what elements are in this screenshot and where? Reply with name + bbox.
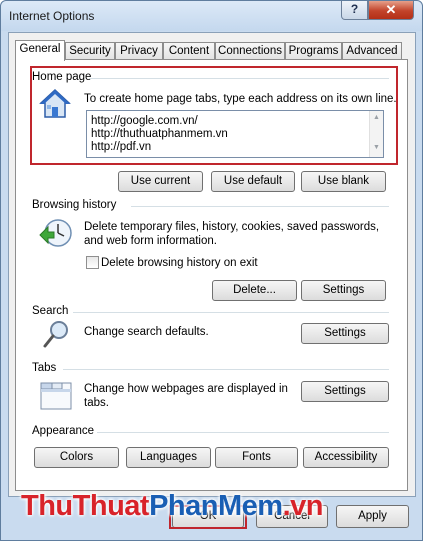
watermark-logo: ThuThuatPhanMem.vn xyxy=(21,490,323,523)
browsing-history-label: Browsing history xyxy=(32,199,117,211)
delete-on-exit-label: Delete browsing history on exit xyxy=(101,257,258,269)
languages-button[interactable]: Languages xyxy=(126,447,211,468)
tabs-label: Tabs xyxy=(32,362,57,374)
window-title: Internet Options xyxy=(9,9,95,23)
title-bar[interactable]: Internet Options ? ✕ xyxy=(1,1,422,31)
search-description: Change search defaults. xyxy=(84,326,209,338)
url-line: http://thuthuatphanmem.vn xyxy=(91,128,228,140)
use-default-button[interactable]: Use default xyxy=(211,171,295,192)
close-button[interactable]: ✕ xyxy=(368,1,414,20)
watermark-part: PhanMem xyxy=(149,490,283,522)
tab-security[interactable]: Security xyxy=(65,42,115,60)
magnifier-icon xyxy=(43,321,68,348)
fonts-button[interactable]: Fonts xyxy=(215,447,298,468)
delete-on-exit-checkbox[interactable] xyxy=(86,256,99,269)
watermark-part: .vn xyxy=(282,490,324,522)
use-current-button[interactable]: Use current xyxy=(118,171,203,192)
divider xyxy=(63,369,389,370)
browsing-history-description: Delete temporary files, history, cookies… xyxy=(84,221,380,247)
tab-programs[interactable]: Programs xyxy=(285,42,342,60)
internet-options-window: Internet Options ? ✕ General Security Pr… xyxy=(0,0,423,541)
tab-connections[interactable]: Connections xyxy=(215,42,285,60)
tabs-description: Change how webpages are displayed in tab… xyxy=(84,383,288,409)
tabs-settings-button[interactable]: Settings xyxy=(301,381,389,402)
apply-button[interactable]: Apply xyxy=(336,505,409,528)
divider xyxy=(131,206,389,207)
divider xyxy=(73,312,389,313)
appearance-label: Appearance xyxy=(32,425,95,437)
house-icon xyxy=(39,88,71,118)
tabs-icon xyxy=(40,382,72,410)
search-settings-button[interactable]: Settings xyxy=(301,323,389,344)
tab-content[interactable]: Content xyxy=(163,42,215,60)
scroll-down-icon[interactable]: ▼ xyxy=(373,144,380,151)
textarea-scrollbar[interactable]: ▲ ▼ xyxy=(369,111,383,157)
home-page-label: Home page xyxy=(32,71,92,83)
divider xyxy=(89,78,389,79)
divider xyxy=(97,432,389,433)
search-label: Search xyxy=(32,305,69,317)
delete-history-button[interactable]: Delete... xyxy=(212,280,297,301)
tab-general[interactable]: General xyxy=(15,40,65,61)
url-line: http://google.com.vn/ xyxy=(91,115,198,127)
tab-privacy[interactable]: Privacy xyxy=(115,42,163,60)
scroll-up-icon[interactable]: ▲ xyxy=(373,114,380,121)
colors-button[interactable]: Colors xyxy=(34,447,119,468)
history-clock-icon xyxy=(39,219,72,247)
tab-advanced[interactable]: Advanced xyxy=(342,42,402,60)
accessibility-button[interactable]: Accessibility xyxy=(303,447,389,468)
history-settings-button[interactable]: Settings xyxy=(301,280,386,301)
home-page-urls-textarea[interactable]: http://google.com.vn/ http://thuthuatpha… xyxy=(86,110,384,158)
help-button[interactable]: ? xyxy=(341,1,368,20)
use-blank-button[interactable]: Use blank xyxy=(301,171,386,192)
home-page-description: To create home page tabs, type each addr… xyxy=(84,93,397,105)
watermark-part: ThuThuat xyxy=(21,490,150,522)
url-line: http://pdf.vn xyxy=(91,141,152,153)
